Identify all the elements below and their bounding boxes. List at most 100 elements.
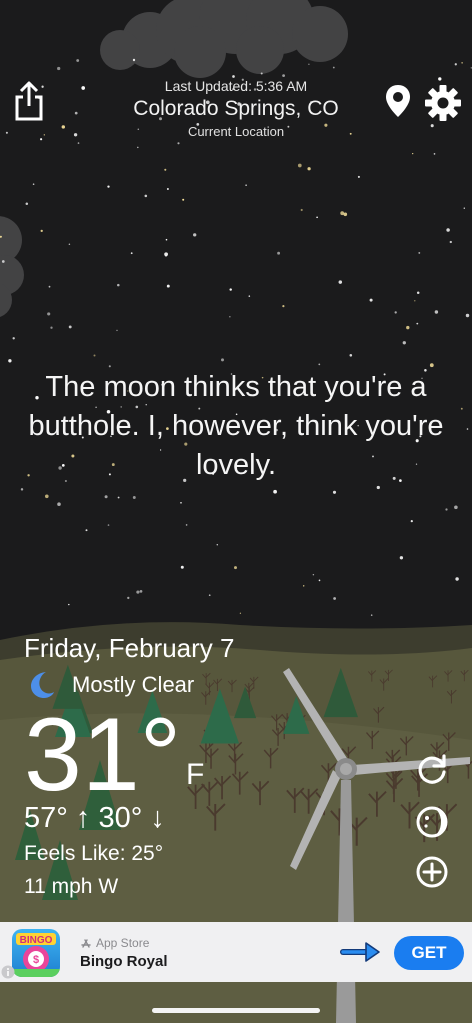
star — [406, 325, 410, 330]
star — [446, 228, 450, 232]
star — [32, 183, 35, 185]
star — [136, 590, 140, 594]
home-indicator[interactable] — [152, 1008, 320, 1013]
ad-store-text: App Store — [96, 936, 150, 950]
star — [302, 585, 305, 587]
star — [312, 573, 315, 576]
star — [208, 594, 211, 597]
star — [229, 288, 232, 291]
star — [57, 502, 61, 506]
moon-phase-icon — [416, 806, 448, 838]
refresh-button[interactable] — [414, 752, 450, 788]
star — [460, 407, 463, 410]
low-temp: 30° — [98, 802, 143, 834]
star — [50, 326, 53, 329]
star — [418, 251, 421, 254]
star — [394, 311, 397, 314]
ad-icon-text: BINGO — [20, 935, 53, 946]
star — [434, 310, 439, 314]
location-subtitle: Current Location — [187, 124, 285, 139]
star — [116, 329, 118, 332]
star — [316, 216, 318, 219]
weather-panel: Friday, February 7 Mostly Clear 31° F 57… — [24, 630, 324, 898]
date-label: Friday, February 7 — [24, 633, 235, 663]
star — [340, 211, 345, 216]
star — [117, 496, 120, 499]
moon-phase-button[interactable] — [414, 804, 450, 840]
background-scene — [0, 0, 472, 1023]
star — [221, 358, 224, 362]
star — [282, 305, 285, 308]
star — [182, 198, 185, 201]
share-button[interactable] — [10, 80, 48, 122]
star — [104, 495, 108, 499]
star — [318, 579, 321, 582]
star — [332, 490, 337, 494]
star — [8, 359, 12, 363]
star — [127, 596, 130, 600]
star — [357, 175, 360, 178]
header: Last Updated: 5:36 AM Colorado Springs, … — [0, 0, 472, 150]
feels-like: Feels Like: 25° — [24, 842, 164, 865]
ad-banner[interactable]: $ BINGO App Store Bingo Royal GET — [0, 922, 472, 982]
star — [369, 298, 373, 302]
star — [93, 354, 96, 357]
star — [193, 233, 197, 237]
star — [248, 295, 251, 297]
condition-label: Mostly Clear — [72, 672, 195, 697]
star — [445, 508, 448, 511]
down-arrow-icon: ↓ — [150, 802, 165, 834]
app-store-icon — [81, 939, 91, 948]
star — [68, 243, 71, 246]
ad-app-icon[interactable]: $ BINGO — [12, 929, 60, 977]
star — [164, 168, 167, 171]
ad-title: Bingo Royal — [80, 953, 168, 970]
star — [349, 354, 353, 357]
arrow-right-icon — [340, 942, 380, 962]
star — [166, 284, 170, 288]
temperature: 31° — [24, 697, 182, 813]
star — [338, 280, 343, 284]
star — [273, 489, 277, 494]
star — [47, 312, 51, 316]
add-location-button[interactable] — [414, 854, 450, 890]
settings-button[interactable] — [424, 84, 462, 122]
star — [107, 185, 110, 188]
star — [139, 590, 143, 593]
star — [68, 325, 72, 329]
ad-info-icon[interactable] — [1, 965, 15, 979]
star — [399, 556, 404, 560]
star — [216, 544, 219, 546]
star — [166, 188, 169, 190]
high-temp: 57° — [24, 802, 68, 834]
gear-icon — [425, 85, 461, 121]
star — [12, 337, 15, 340]
star — [234, 566, 237, 570]
star — [229, 316, 231, 318]
star — [130, 252, 133, 255]
star — [402, 341, 406, 345]
star — [433, 153, 436, 155]
star — [144, 194, 148, 198]
star — [416, 322, 419, 325]
star — [40, 229, 43, 233]
star — [164, 252, 168, 257]
star — [410, 520, 413, 523]
star — [465, 313, 470, 318]
star — [25, 202, 29, 206]
star — [48, 285, 51, 288]
star — [85, 529, 88, 532]
star — [245, 184, 247, 186]
star — [165, 238, 168, 241]
temperature-unit[interactable]: F — [186, 758, 204, 792]
star — [185, 524, 188, 526]
star — [455, 577, 459, 581]
star — [277, 251, 281, 255]
star — [412, 153, 414, 155]
quote-text: The moon thinks that you're a butthole. … — [28, 371, 444, 481]
location-button[interactable] — [384, 84, 412, 118]
star — [466, 428, 469, 430]
location-name[interactable]: Colorado Springs, CO — [100, 96, 372, 122]
star — [429, 363, 434, 368]
get-button[interactable]: GET — [394, 936, 464, 970]
